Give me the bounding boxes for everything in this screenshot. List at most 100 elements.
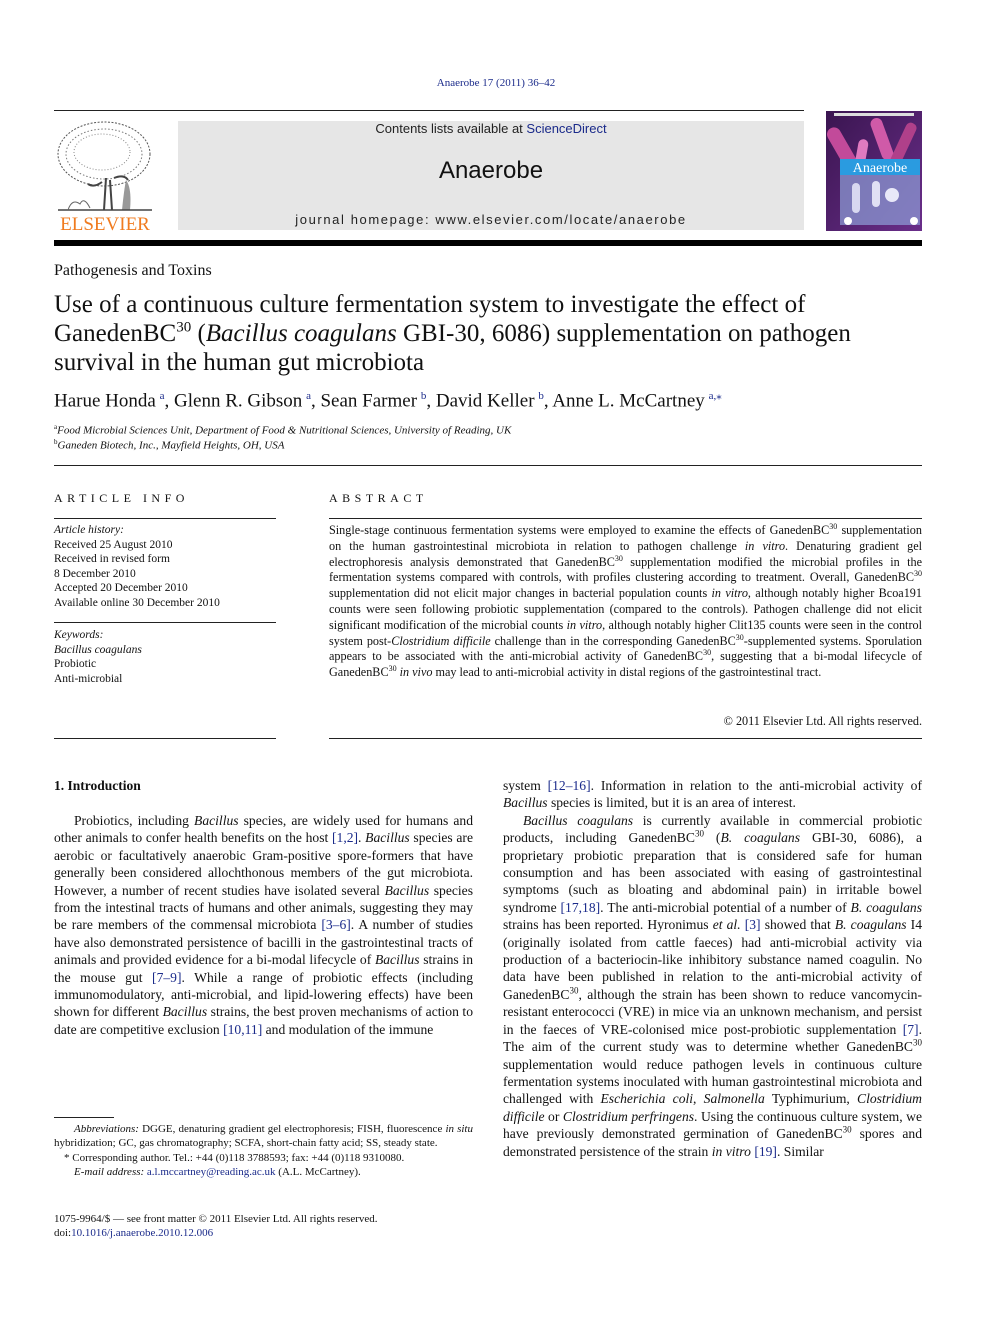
paragraph: Bacillus coagulans is currently availabl…	[503, 812, 922, 1160]
italic-term: Bacillus	[384, 882, 430, 898]
citation-link[interactable]: [7]	[903, 1022, 919, 1037]
author-list: Harue Honda a, Glenn R. Gibson a, Sean F…	[54, 390, 722, 412]
text: Probiotics, including	[74, 813, 195, 828]
abstract-fragment: may lead to anti-microbial activity in d…	[432, 665, 822, 680]
footnote-label: E-mail address:	[74, 1166, 145, 1179]
introduction-heading: 1. Introduction	[54, 778, 141, 793]
article-section-label: Pathogenesis and Toxins	[54, 262, 212, 279]
divider	[54, 622, 276, 623]
journal-homepage-link[interactable]: journal homepage: www.elsevier.com/locat…	[178, 212, 804, 227]
corresponding-author-footnote: * Corresponding author. Tel.: +44 (0)118…	[54, 1151, 473, 1165]
italic-term: Bacillus coagulans	[523, 812, 634, 828]
history-item: Received in revised form	[54, 553, 170, 566]
body-column-right: system [12–16]. Information in relation …	[503, 777, 922, 1160]
journal-name: Anaerobe	[438, 157, 544, 184]
text: system	[503, 778, 548, 793]
article-title: Use of a continuous culture fermentation…	[54, 290, 934, 377]
citation-link[interactable]: [1,2]	[332, 830, 358, 845]
citation-link[interactable]: [12–16]	[548, 778, 591, 793]
italic-term: et al.	[712, 917, 741, 933]
superscript: 30	[703, 648, 712, 658]
title-superscript: 30	[176, 319, 192, 336]
contents-prefix: Contents lists available at	[375, 121, 527, 136]
author-name[interactable]: Harue Honda	[54, 390, 156, 411]
citation-link[interactable]: [3–6]	[321, 917, 350, 932]
italic-term: Bacillus	[194, 813, 239, 828]
author-affiliation-mark[interactable]: a,⁎	[709, 390, 722, 402]
contents-line: Contents lists available at ScienceDirec…	[178, 121, 804, 136]
citation-link[interactable]: [19]	[754, 1144, 777, 1159]
divider	[329, 738, 922, 739]
author-affiliation-mark[interactable]: a	[306, 390, 311, 402]
superscript: 30	[735, 632, 744, 642]
abstract-italic: in vivo	[399, 665, 433, 680]
keywords-label: Keywords:	[54, 629, 104, 641]
journal-citation-link[interactable]: Anaerobe 17 (2011) 36–42	[0, 77, 992, 89]
author-affiliation-mark[interactable]: a	[160, 390, 165, 402]
italic-term: Clostridium perfringens	[562, 1108, 695, 1124]
sciencedirect-link[interactable]: ScienceDirect	[526, 121, 606, 136]
article-info-heading: ARTICLE INFO	[54, 491, 189, 505]
superscript: 30	[614, 553, 623, 563]
text: hybridization; GC, gas chromatography; S…	[54, 1137, 438, 1150]
abstract-heading: ABSTRACT	[329, 491, 428, 505]
text: . The anti-microbial potential of a numb…	[600, 899, 851, 915]
doi-prefix: doi:	[54, 1227, 72, 1240]
doi-line: doi:10.1016/j.anaerobe.2010.12.006	[54, 1226, 378, 1240]
title-species: Bacillus coagulans	[205, 320, 397, 347]
text: . Similar	[776, 1143, 824, 1159]
abstract-fragment: supplementation did not elicit major cha…	[329, 586, 712, 601]
abbreviations-footnote: Abbreviations: DGGE, denaturing gradient…	[54, 1122, 473, 1151]
superscript: 30	[914, 569, 922, 579]
text: (A.L. McCartney).	[275, 1166, 361, 1179]
keyword: Bacillus coagulans	[54, 643, 142, 656]
text: Typhimurium,	[764, 1091, 858, 1107]
affiliation-text: Food Microbial Sciences Unit, Department…	[57, 424, 512, 437]
author-affiliation-mark[interactable]: b	[421, 390, 427, 402]
footnotes: Abbreviations: DGGE, denaturing gradient…	[54, 1122, 473, 1180]
history-item: 8 December 2010	[54, 567, 136, 580]
author-affiliation-mark[interactable]: b	[538, 390, 544, 402]
italic-term: Bacillus	[374, 952, 420, 968]
citation-link[interactable]: [17,18]	[561, 900, 601, 915]
svg-text:Anaerobe: Anaerobe	[853, 161, 907, 176]
email-footnote: E-mail address: a.l.mccartney@reading.ac…	[54, 1165, 473, 1179]
journal-cover-image[interactable]: Anaerobe	[826, 111, 922, 231]
abstract-copyright: © 2011 Elsevier Ltd. All rights reserved…	[723, 714, 922, 728]
title-part: (	[191, 320, 206, 347]
article-history: Article history: Received 25 August 2010…	[54, 523, 220, 611]
issn-doi-block: 1075-9964/$ — see front matter © 2011 El…	[54, 1212, 378, 1241]
divider	[54, 518, 276, 519]
email-link[interactable]: a.l.mccartney@reading.ac.uk	[147, 1166, 276, 1178]
superscript: 30	[913, 1037, 922, 1048]
italic-term: B. coagulans	[850, 899, 923, 915]
text: and modulation of the immune	[262, 1021, 434, 1037]
text: showed that	[760, 917, 835, 933]
author-name[interactable]: Sean Farmer	[320, 390, 417, 411]
doi-link[interactable]: 10.1016/j.anaerobe.2010.12.006	[71, 1227, 213, 1239]
citation-link[interactable]: [10,11]	[223, 1022, 262, 1037]
italic-term: Bacillus	[503, 795, 548, 811]
abstract-fragment: Single-stage continuous fermentation sys…	[329, 523, 830, 537]
author-name[interactable]: David Keller	[436, 390, 535, 411]
elsevier-logo[interactable]: ELSEVIER	[54, 118, 156, 235]
footnote-label: Abbreviations:	[74, 1123, 139, 1135]
author-name[interactable]: Anne L. McCartney	[552, 390, 704, 411]
citation-link[interactable]: [7–9]	[152, 970, 181, 985]
history-label: Article history:	[54, 524, 124, 536]
author-name[interactable]: Glenn R. Gibson	[174, 390, 302, 411]
citation-link[interactable]: [3]	[745, 917, 761, 932]
affiliation: bGaneden Biotech, Inc., Mayfield Heights…	[54, 438, 284, 452]
svg-text:ELSEVIER: ELSEVIER	[60, 214, 150, 234]
abstract-italic: Clostridium difficile	[391, 633, 491, 648]
masthead-thick-rule	[54, 240, 922, 246]
text: ,	[693, 1091, 704, 1107]
text: strains has been reported. Hyronimus	[503, 917, 713, 933]
keyword: Probiotic	[54, 658, 97, 671]
italic-term: Bacillus	[162, 1004, 208, 1020]
abstract-fragment: challenge than in the corresponding Gane…	[490, 633, 736, 648]
body-column-left: Probiotics, including Bacillus species, …	[54, 812, 473, 1038]
keywords: Keywords: Bacillus coagulans Probiotic A…	[54, 628, 142, 686]
paragraph: system [12–16]. Information in relation …	[503, 777, 922, 812]
superscript: 30	[388, 664, 397, 674]
